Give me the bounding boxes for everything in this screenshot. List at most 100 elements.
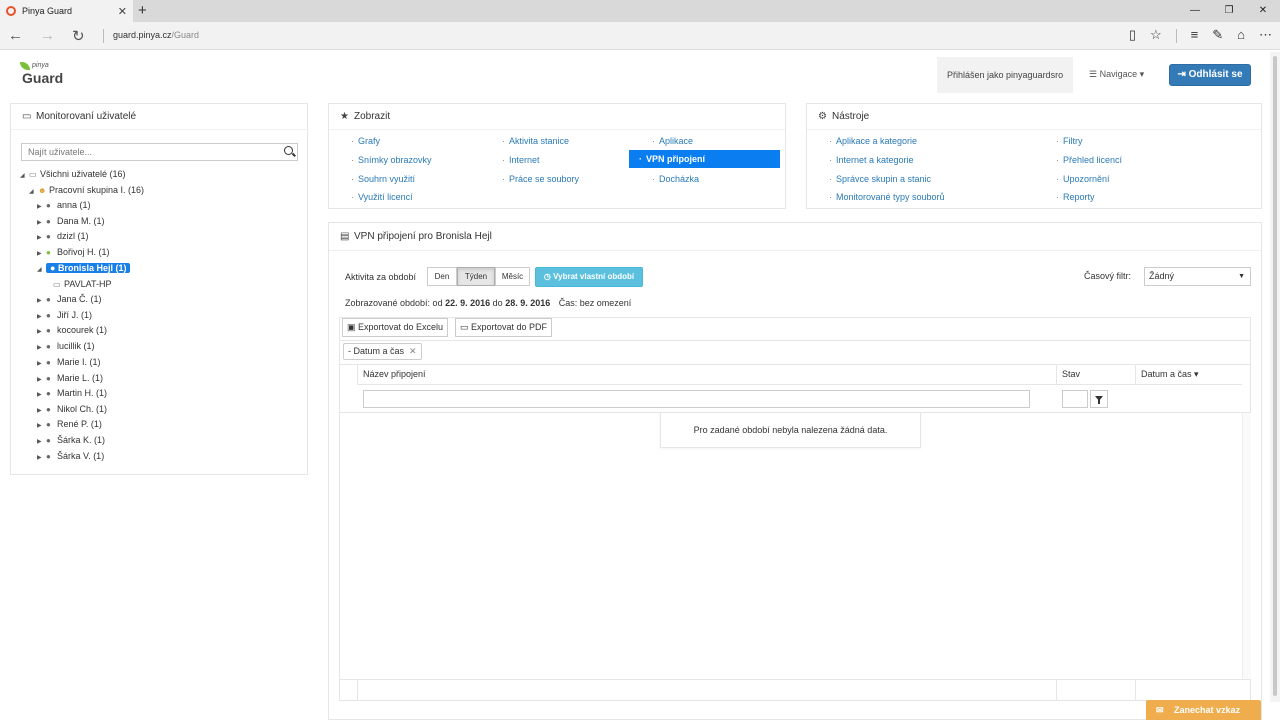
tree-user[interactable]: ▶ ● Šárka V. (1)	[37, 449, 104, 463]
tree-user[interactable]: ▶ ● Nikol Ch. (1)	[37, 402, 107, 416]
time-filter-select[interactable]: Žádný ▼	[1144, 267, 1251, 286]
link-vpn-active[interactable]: · VPN připojení	[629, 150, 780, 168]
close-icon[interactable]: ✕	[409, 346, 417, 356]
column-header-datetime[interactable]: Datum a čas ▾	[1135, 364, 1242, 385]
tree-user-selected[interactable]: ◢ ● Bronisla Hejl (1)	[37, 261, 131, 277]
expand-icon[interactable]: ▶	[37, 216, 46, 230]
restore-icon[interactable]: ❐	[1212, 0, 1246, 22]
link-station-activity[interactable]: · Aktivita stanice	[502, 132, 569, 150]
share-icon[interactable]: ⌂	[1237, 27, 1245, 43]
tree-user[interactable]: ▶ ● Marie L. (1)	[37, 371, 103, 385]
sort-chip[interactable]: - Datum a čas ✕	[343, 343, 422, 360]
logout-button[interactable]: ⇥ Odhlásit se	[1169, 64, 1251, 86]
url-field[interactable]: guard.pinya.cz/Guard	[113, 30, 199, 40]
name-filter-input[interactable]	[363, 390, 1030, 408]
back-icon[interactable]: ←	[8, 27, 23, 44]
feedback-button[interactable]: ✉ Zanechat vzkaz	[1146, 700, 1261, 720]
expand-icon[interactable]: ▶	[37, 325, 46, 339]
page-scrollbar[interactable]	[1270, 52, 1280, 702]
no-data-message: Pro zadané období nebyla nalezena žádná …	[660, 412, 921, 448]
hub-icon[interactable]: ≡	[1191, 27, 1199, 43]
link-screenshots[interactable]: · Snímky obrazovky	[351, 151, 432, 169]
tree-root[interactable]: ◢ ▭ Všichni uživatelé (16)	[20, 167, 126, 181]
link-license-overview[interactable]: · Přehled licencí	[1056, 151, 1122, 169]
collapse-icon[interactable]: ◢	[20, 169, 29, 183]
tree-user[interactable]: ▶ ● Martin H. (1)	[37, 386, 107, 400]
minimize-icon[interactable]: —	[1178, 0, 1212, 22]
expand-icon[interactable]: ▶	[37, 310, 46, 324]
link-file-types[interactable]: · Monitorované typy souborů	[829, 188, 945, 206]
expand-icon[interactable]: ▶	[37, 388, 46, 402]
user-online-icon: ●	[46, 248, 51, 257]
collapse-icon[interactable]: ◢	[37, 263, 46, 277]
link-group-manager[interactable]: · Správce skupin a stanic	[829, 170, 931, 188]
tree-user[interactable]: ▶ ● Jana Č. (1)	[37, 292, 102, 306]
tree-user[interactable]: ▶ ● Dana M. (1)	[37, 214, 105, 228]
tree-user[interactable]: ▶ ● dzizl (1)	[37, 229, 89, 243]
navigation-dropdown[interactable]: ☰ Navigace ▾	[1089, 69, 1144, 80]
refresh-icon[interactable]: ↻	[72, 27, 85, 45]
expand-icon[interactable]: ▶	[37, 200, 46, 214]
tree-user[interactable]: ▶ ● kocourek (1)	[37, 323, 107, 337]
link-internet-categories[interactable]: · Internet a kategorie	[829, 151, 914, 169]
link-file-work[interactable]: · Práce se soubory	[502, 170, 579, 188]
expand-icon[interactable]: ▶	[37, 435, 46, 449]
period-month-button[interactable]: Měsíc	[495, 267, 530, 286]
pinya-guard-logo[interactable]: pinya Guard	[20, 62, 66, 90]
tree-group[interactable]: ◢ ☻ Pracovní skupina I. (16)	[29, 183, 144, 197]
custom-period-button[interactable]: ◷ Vybrat vlastní období	[535, 267, 643, 287]
link-apps-categories[interactable]: · Aplikace a kategorie	[829, 132, 917, 150]
more-icon[interactable]: ⋯	[1259, 27, 1272, 43]
favorite-star-icon[interactable]: ☆	[1150, 27, 1162, 43]
forward-icon[interactable]: →	[40, 27, 55, 44]
grid-scrollbar[interactable]	[1242, 413, 1251, 679]
expand-icon[interactable]: ▶	[37, 247, 46, 261]
vpn-panel-title: VPN připojení pro Bronisla Hejl	[354, 231, 492, 242]
web-note-icon[interactable]: ✎	[1212, 27, 1223, 43]
link-notifications[interactable]: · Upozornění	[1056, 170, 1110, 188]
tree-user[interactable]: ▶ ● lucillik (1)	[37, 339, 95, 353]
tree-user[interactable]: ▶ ● René P. (1)	[37, 417, 102, 431]
filter-icon[interactable]	[1090, 390, 1108, 408]
expand-icon[interactable]: ▶	[37, 341, 46, 355]
link-attendance[interactable]: · Docházka	[652, 170, 699, 188]
browser-tab[interactable]: Pinya Guard ✕	[0, 0, 133, 22]
expand-icon[interactable]: ▶	[37, 451, 46, 465]
column-header-name[interactable]: Název připojení	[357, 364, 1057, 385]
export-excel-button[interactable]: ▣ Exportovat do Excelu	[342, 318, 449, 337]
tree-user[interactable]: ▶ ● Jiří J. (1)	[37, 308, 92, 322]
tree-user[interactable]: ▶ ● Bořivoj H. (1)	[37, 245, 110, 259]
expand-icon[interactable]: ▶	[37, 404, 46, 418]
link-filters[interactable]: · Filtry	[1056, 132, 1083, 150]
column-header-status[interactable]: Stav	[1056, 364, 1136, 385]
link-applications[interactable]: · Aplikace	[652, 132, 693, 150]
tree-device[interactable]: ▭ PAVLAT-HP	[53, 277, 112, 291]
close-window-icon[interactable]: ✕	[1246, 0, 1280, 22]
logo-leaf-icon	[20, 62, 30, 70]
new-tab-icon[interactable]: +	[138, 2, 147, 19]
selected-user-highlight: ● Bronisla Hejl (1)	[46, 263, 131, 273]
tree-user[interactable]: ▶ ● anna (1)	[37, 198, 91, 212]
link-charts[interactable]: · Grafy	[351, 132, 380, 150]
expand-icon[interactable]: ▶	[37, 419, 46, 433]
search-icon[interactable]	[284, 146, 293, 155]
export-pdf-button[interactable]: ▭ Exportovat do PDF	[455, 318, 553, 337]
scrollbar-thumb[interactable]	[1273, 56, 1277, 696]
period-week-button[interactable]: Týden	[457, 267, 495, 286]
expand-icon[interactable]: ▶	[37, 294, 46, 308]
reading-view-icon[interactable]: ▯	[1129, 27, 1136, 43]
link-license-usage[interactable]: · Využití licencí	[351, 188, 413, 206]
user-search-input[interactable]: Najít uživatele...	[21, 143, 298, 161]
status-filter-input[interactable]	[1062, 390, 1088, 408]
expand-icon[interactable]: ▶	[37, 357, 46, 371]
expand-icon[interactable]: ▶	[37, 231, 46, 245]
tab-close-icon[interactable]: ✕	[118, 5, 127, 18]
link-internet[interactable]: · Internet	[502, 151, 540, 169]
collapse-icon[interactable]: ◢	[29, 185, 38, 199]
tree-user[interactable]: ▶ ● Marie I. (1)	[37, 355, 101, 369]
tree-user[interactable]: ▶ ● Šárka K. (1)	[37, 433, 105, 447]
expand-icon[interactable]: ▶	[37, 373, 46, 387]
link-usage-summary[interactable]: · Souhrn využití	[351, 170, 415, 188]
link-reports[interactable]: · Reporty	[1056, 188, 1095, 206]
period-day-button[interactable]: Den	[427, 267, 457, 286]
